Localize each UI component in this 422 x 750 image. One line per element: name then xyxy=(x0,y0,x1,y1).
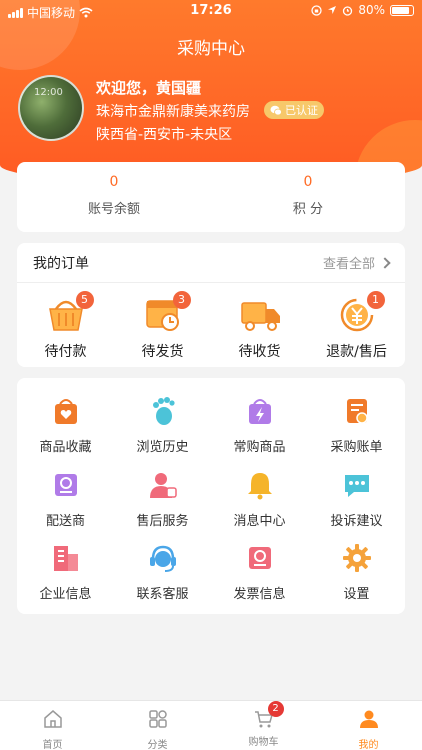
tool-settings[interactable]: 设置 xyxy=(308,543,405,602)
alarm-icon xyxy=(343,5,353,16)
bell-icon xyxy=(247,473,272,500)
pending-payment-badge: 5 xyxy=(75,291,94,309)
tool-bills[interactable]: 采购账单 xyxy=(308,396,405,455)
order-pending-payment[interactable]: 5 待付款 xyxy=(17,291,114,361)
tab-mine-label: 我的 xyxy=(358,740,379,750)
balance-card: 0 账号余额 0 积 分 xyxy=(17,162,405,232)
chevron-right-icon xyxy=(379,256,391,269)
tool-frequent[interactable]: 常购商品 xyxy=(211,396,308,455)
tab-bar: 首页 分类 2 购物车 我的 xyxy=(0,700,422,750)
order-pending-shipment[interactable]: 3 待发货 xyxy=(114,291,211,361)
building-icon xyxy=(53,546,78,571)
verified-badge: 已认证 xyxy=(264,101,324,119)
tool-label: 设置 xyxy=(343,587,370,602)
wechat-icon xyxy=(270,105,282,115)
refund-label: 退款/售后 xyxy=(326,344,387,360)
account-balance[interactable]: 0 账号余额 xyxy=(17,174,211,217)
tool-label: 联系客服 xyxy=(136,587,189,602)
tool-label: 投诉建议 xyxy=(330,514,383,529)
tool-after-sales[interactable]: 售后服务 xyxy=(114,470,211,529)
battery-icon xyxy=(390,4,414,16)
gear-icon xyxy=(342,544,371,572)
order-refund[interactable]: 1 退款/售后 xyxy=(308,291,405,361)
tab-cart[interactable]: 2 购物车 xyxy=(211,701,316,748)
chat-icon xyxy=(344,475,369,497)
points-label: 积 分 xyxy=(292,202,324,217)
tool-label: 配送商 xyxy=(45,514,85,529)
orders-title: 我的订单 xyxy=(33,255,89,272)
headset-icon xyxy=(149,545,176,572)
favorite-bag-icon xyxy=(54,399,77,424)
avatar[interactable]: 12:00 xyxy=(18,75,84,141)
tab-mine[interactable]: 我的 xyxy=(316,709,421,750)
user-icon xyxy=(359,710,378,728)
tool-history[interactable]: 浏览历史 xyxy=(114,396,211,455)
region-text: 陕西省-西安市-未央区 xyxy=(96,127,233,143)
tool-label: 采购账单 xyxy=(330,440,383,455)
tool-company-info[interactable]: 企业信息 xyxy=(17,543,114,602)
tool-distributor[interactable]: 配送商 xyxy=(17,470,114,529)
after-sales-icon xyxy=(149,473,177,498)
bill-icon xyxy=(346,399,368,424)
tool-label: 售后服务 xyxy=(136,514,189,529)
account-balance-label: 账号余额 xyxy=(87,202,140,217)
invoice-icon xyxy=(248,547,271,569)
tool-customer-service[interactable]: 联系客服 xyxy=(114,543,211,602)
tab-home[interactable]: 首页 xyxy=(0,709,105,750)
lightning-bag-icon xyxy=(248,399,271,424)
points[interactable]: 0 积 分 xyxy=(211,174,405,217)
tool-complaints[interactable]: 投诉建议 xyxy=(308,470,405,529)
location-icon xyxy=(328,6,337,14)
rotation-lock-icon xyxy=(311,4,322,16)
pending-shipment-label: 待发货 xyxy=(141,344,184,360)
distributor-icon xyxy=(54,474,77,496)
page-title: 采购中心 xyxy=(177,39,245,59)
tool-label: 常购商品 xyxy=(233,440,286,455)
tab-category[interactable]: 分类 xyxy=(105,709,210,750)
tool-label: 消息中心 xyxy=(233,514,286,529)
account-balance-value: 0 xyxy=(109,174,119,190)
grid-icon xyxy=(148,710,167,728)
tab-cart-label: 购物车 xyxy=(248,737,279,748)
tool-invoice[interactable]: 发票信息 xyxy=(211,543,308,602)
tools-card: 商品收藏 浏览历史 常购商品 采购账单 配送商 售后服务 消息中心 投诉建议 企… xyxy=(17,378,405,614)
tool-favorites[interactable]: 商品收藏 xyxy=(17,396,114,455)
cart-badge: 2 xyxy=(267,701,284,717)
pending-payment-label: 待付款 xyxy=(44,344,87,360)
home-icon xyxy=(43,710,62,728)
avatar-overlay-text: 12:00 xyxy=(34,87,63,98)
tool-messages[interactable]: 消息中心 xyxy=(211,470,308,529)
tool-label: 企业信息 xyxy=(39,587,92,602)
tool-label: 商品收藏 xyxy=(39,440,92,455)
tab-home-label: 首页 xyxy=(42,740,63,750)
tool-label: 发票信息 xyxy=(233,587,286,602)
status-bar: 中国移动 17:26 80% xyxy=(0,0,422,22)
refund-badge: 1 xyxy=(366,291,385,309)
footprint-icon xyxy=(152,397,175,425)
pending-receipt-label: 待收货 xyxy=(238,344,281,360)
points-value: 0 xyxy=(303,174,313,190)
view-all-label: 查看全部 xyxy=(322,257,375,272)
pending-shipment-badge: 3 xyxy=(172,291,191,309)
truck-icon xyxy=(240,302,280,331)
battery-percent: 80% xyxy=(358,3,385,17)
welcome-text: 欢迎您，黄国疆 xyxy=(96,79,202,97)
verified-label: 已认证 xyxy=(285,104,318,117)
view-all-orders-link[interactable]: 查看全部 xyxy=(322,253,391,272)
shop-name: 珠海市金鼎新康美来药房 xyxy=(96,104,250,120)
orders-card: 我的订单 查看全部 5 待付款 3 待发货 待收货 1 退款/售后 xyxy=(17,243,405,367)
tab-category-label: 分类 xyxy=(147,740,168,750)
order-pending-receipt[interactable]: 待收货 xyxy=(211,297,308,361)
tool-label: 浏览历史 xyxy=(136,440,189,455)
